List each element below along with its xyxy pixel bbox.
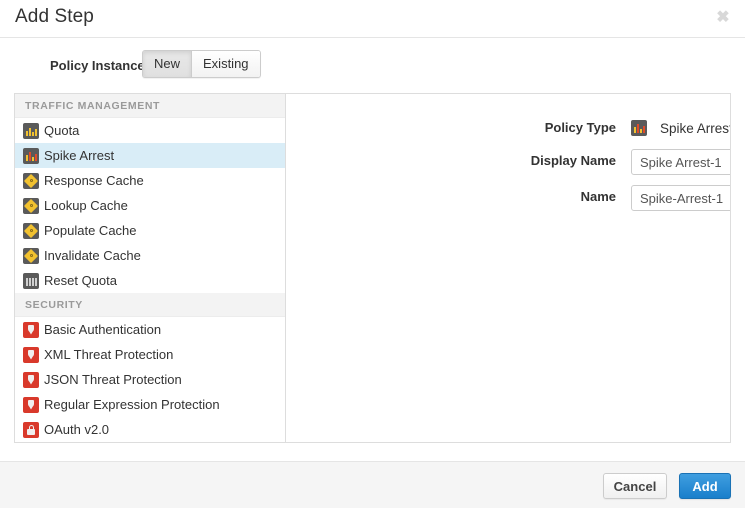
page-title: Add Step xyxy=(15,6,94,28)
list-item-label: Quota xyxy=(44,123,79,138)
list-item-basic-authentication[interactable]: Basic Authentication xyxy=(15,317,285,342)
add-step-dialog: Add Step ✖ Policy Instance New Existing … xyxy=(0,0,745,508)
list-item-label: Regular Expression Protection xyxy=(44,397,220,412)
dialog-header: Add Step ✖ xyxy=(0,0,745,38)
add-button[interactable]: Add xyxy=(679,473,731,499)
form-row-display-name: Display Name xyxy=(286,149,730,173)
policy-instance-label: Policy Instance xyxy=(50,58,145,73)
diamond-yellow-icon xyxy=(23,198,39,214)
name-label: Name xyxy=(286,185,616,209)
policy-type-value: Spike Arrest xyxy=(631,116,731,140)
policy-instance-toggle-group[interactable]: New Existing xyxy=(142,50,261,78)
list-item-quota[interactable]: Quota xyxy=(15,118,285,143)
list-item-label: Response Cache xyxy=(44,173,144,188)
display-name-input[interactable] xyxy=(631,149,731,175)
list-item-label: JSON Threat Protection xyxy=(44,372,182,387)
list-item-regular-expression-protection[interactable]: Regular Expression Protection xyxy=(15,392,285,417)
dialog-footer: Cancel Add xyxy=(0,461,745,508)
list-item-label: Spike Arrest xyxy=(44,148,114,163)
bar-chart-red-icon xyxy=(23,148,39,164)
shield-red-icon xyxy=(23,372,39,388)
bar-chart-gray-icon xyxy=(23,273,39,289)
diamond-yellow-icon xyxy=(23,248,39,264)
list-item-lookup-cache[interactable]: Lookup Cache xyxy=(15,193,285,218)
bar-chart-red-icon xyxy=(631,120,647,136)
list-item-label: Invalidate Cache xyxy=(44,248,141,263)
diamond-yellow-icon xyxy=(23,223,39,239)
list-group-header-security: SECURITY xyxy=(15,293,285,317)
policy-list[interactable]: TRAFFIC MANAGEMENT Quota Spike Arrest xyxy=(15,94,286,442)
list-item-label: XML Threat Protection xyxy=(44,347,173,362)
policy-instance-new-button[interactable]: New xyxy=(143,51,192,77)
policy-type-label: Policy Type xyxy=(286,116,616,140)
shield-red-icon xyxy=(23,397,39,413)
name-input[interactable] xyxy=(631,185,731,211)
policy-instance-row: Policy Instance New Existing xyxy=(0,50,745,82)
list-item-label: Reset Quota xyxy=(44,273,117,288)
list-group-header-traffic-management: TRAFFIC MANAGEMENT xyxy=(15,94,285,118)
list-item-xml-threat-protection[interactable]: XML Threat Protection xyxy=(15,342,285,367)
policy-instance-existing-button[interactable]: Existing xyxy=(192,51,260,77)
diamond-yellow-icon xyxy=(23,173,39,189)
form-row-name: Name xyxy=(286,185,730,209)
cancel-button[interactable]: Cancel xyxy=(603,473,667,499)
display-name-label: Display Name xyxy=(286,149,616,173)
list-item-response-cache[interactable]: Response Cache xyxy=(15,168,285,193)
form-row-policy-type: Policy Type Spike Arrest xyxy=(286,116,730,140)
shield-red-icon xyxy=(23,322,39,338)
policy-detail-form: Policy Type Spike Arrest Display Name Na… xyxy=(286,94,730,442)
close-icon[interactable]: ✖ xyxy=(713,8,733,28)
list-item-label: OAuth v2.0 xyxy=(44,422,109,437)
list-item-populate-cache[interactable]: Populate Cache xyxy=(15,218,285,243)
bar-chart-yellow-icon xyxy=(23,123,39,139)
shield-red-icon xyxy=(23,347,39,363)
list-item-label: Lookup Cache xyxy=(44,198,128,213)
list-item-label: Populate Cache xyxy=(44,223,137,238)
list-item-invalidate-cache[interactable]: Invalidate Cache xyxy=(15,243,285,268)
content-panel: TRAFFIC MANAGEMENT Quota Spike Arrest xyxy=(14,93,731,443)
list-item-json-threat-protection[interactable]: JSON Threat Protection xyxy=(15,367,285,392)
list-item-spike-arrest[interactable]: Spike Arrest xyxy=(15,143,285,168)
list-item-oauth-v2[interactable]: OAuth v2.0 xyxy=(15,417,285,442)
policy-type-name: Spike Arrest xyxy=(660,121,731,136)
list-item-label: Basic Authentication xyxy=(44,322,161,337)
lock-red-icon xyxy=(23,422,39,438)
list-item-reset-quota[interactable]: Reset Quota xyxy=(15,268,285,293)
